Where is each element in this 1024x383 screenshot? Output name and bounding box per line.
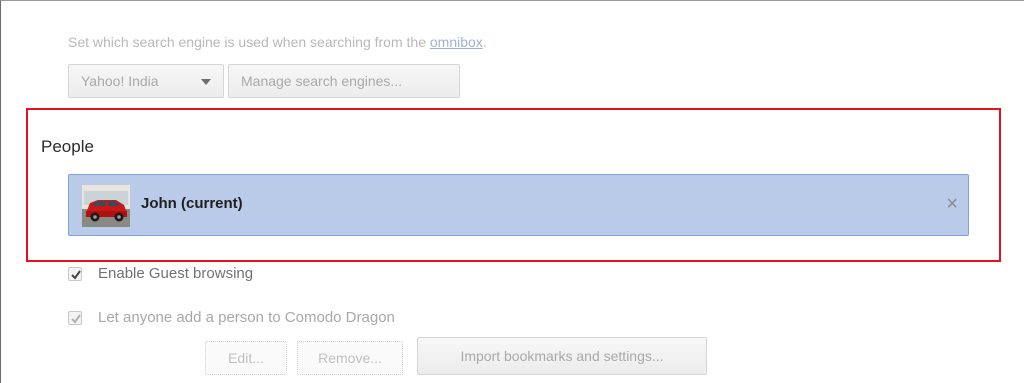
- let-anyone-add-checkbox[interactable]: [68, 311, 82, 325]
- profile-name: John (current): [141, 195, 243, 212]
- avatar: [82, 185, 130, 227]
- car-avatar-image: [82, 185, 130, 227]
- chevron-down-icon: [201, 79, 211, 85]
- edit-button[interactable]: Edit...: [205, 341, 287, 375]
- checkmark-icon: [71, 270, 81, 280]
- search-engine-selected-value: Yahoo! India: [81, 73, 159, 89]
- search-description-suffix: .: [482, 34, 487, 50]
- search-description-text: Set which search engine is used when sea…: [68, 34, 430, 50]
- settings-panel: Set which search engine is used when sea…: [0, 0, 1024, 383]
- faded-button: [151, 341, 201, 375]
- search-engine-description: Set which search engine is used when sea…: [68, 34, 487, 50]
- remove-button[interactable]: Remove...: [297, 341, 403, 375]
- profile-row-john[interactable]: John (current) ×: [68, 174, 969, 236]
- enable-guest-label: Enable Guest browsing: [98, 265, 254, 282]
- search-engine-select[interactable]: Yahoo! India: [68, 64, 224, 98]
- manage-search-engines-button[interactable]: Manage search engines...: [228, 64, 460, 98]
- omnibox-link[interactable]: omnibox: [430, 34, 483, 50]
- close-icon[interactable]: ×: [946, 192, 958, 216]
- import-bookmarks-button[interactable]: Import bookmarks and settings...: [417, 337, 707, 375]
- people-section-heading: People: [41, 137, 94, 156]
- enable-guest-checkbox[interactable]: [68, 267, 82, 281]
- let-anyone-add-label: Let anyone add a person to Comodo Dragon: [98, 309, 395, 326]
- checkmark-icon: [71, 314, 81, 324]
